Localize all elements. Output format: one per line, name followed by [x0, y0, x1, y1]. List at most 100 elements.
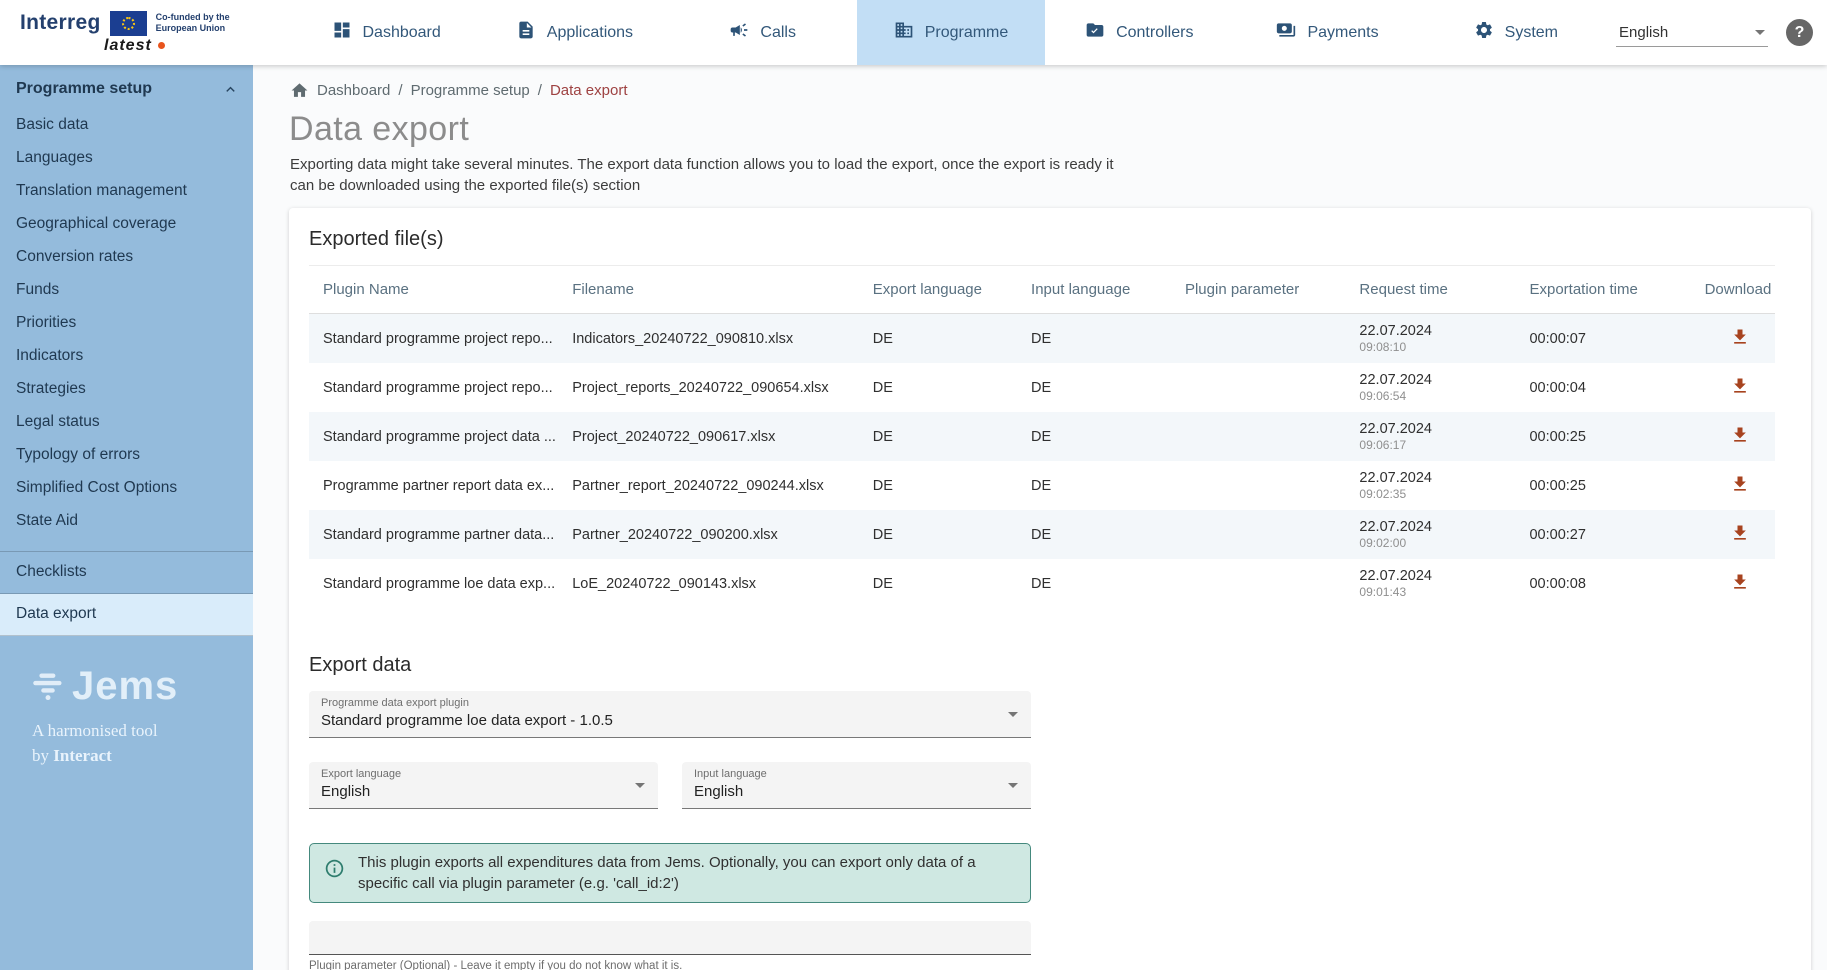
download-button[interactable] [1725, 520, 1755, 549]
sidebar-item-conversion-rates[interactable]: Conversion rates [0, 241, 253, 274]
download-icon [1730, 572, 1750, 592]
language-select[interactable]: English [1616, 19, 1768, 47]
calls-icon [729, 20, 749, 45]
cell-export-time: 00:00:08 [1515, 559, 1704, 608]
jems-icon [32, 671, 64, 703]
request-time: 09:08:10 [1359, 340, 1501, 354]
sidebar-item-translation-management[interactable]: Translation management [0, 175, 253, 208]
export-language-value: English [321, 783, 646, 800]
request-time: 09:02:35 [1359, 487, 1501, 501]
download-button[interactable] [1725, 422, 1755, 451]
request-date: 22.07.2024 [1359, 323, 1501, 339]
download-button[interactable] [1725, 324, 1755, 353]
plugin-parameter-input[interactable] [309, 921, 1031, 954]
plugin-select-label: Programme data export plugin [321, 697, 1019, 709]
nav-item-applications[interactable]: Applications [480, 0, 668, 65]
cell-download [1705, 314, 1775, 364]
col-exportation-time: Exportation time [1515, 266, 1704, 314]
jems-tagline-brand: Interact [53, 746, 112, 765]
cell-export-lang: DE [859, 412, 1017, 461]
download-button[interactable] [1725, 569, 1755, 598]
cell-input-lang: DE [1017, 363, 1171, 412]
sidebar-item-funds[interactable]: Funds [0, 274, 253, 307]
download-button[interactable] [1725, 471, 1755, 500]
cell-download [1705, 412, 1775, 461]
nav-item-system[interactable]: System [1422, 0, 1610, 65]
nav-label: Payments [1307, 24, 1378, 42]
sidebar-item-data-export[interactable]: Data export [0, 594, 253, 636]
cell-input-lang: DE [1017, 314, 1171, 364]
sidebar-item-typology-of-errors[interactable]: Typology of errors [0, 439, 253, 472]
page-title: Data export [289, 110, 1827, 149]
input-language-select[interactable]: Input language English [682, 762, 1031, 809]
jems-tagline: A harmonised tool by Interact [32, 719, 253, 768]
jems-logo: Jems A harmonised tool by Interact [0, 664, 253, 768]
plugin-parameter-hint: Plugin parameter (Optional) - Leave it e… [309, 960, 1775, 970]
dashboard-icon [332, 20, 352, 45]
cell-plugin-parameter [1171, 559, 1345, 608]
main-content: Dashboard / Programme setup / Data expor… [253, 65, 1827, 970]
sidebar-secondary-group: Checklists Data export [0, 551, 253, 636]
sidebar-item-checklists[interactable]: Checklists [0, 552, 253, 594]
cell-export-lang: DE [859, 363, 1017, 412]
table-row: Programme partner report data ex... Part… [309, 461, 1775, 510]
col-request-time: Request time [1345, 266, 1515, 314]
input-language-label: Input language [694, 768, 1019, 780]
breadcrumb-dashboard[interactable]: Dashboard [317, 82, 390, 99]
sidebar: Programme setup Basic data Languages Tra… [0, 65, 253, 970]
chevron-up-icon[interactable] [222, 81, 239, 98]
payments-icon [1276, 20, 1296, 45]
page-description: Exporting data might take several minute… [290, 155, 1130, 196]
cell-download [1705, 559, 1775, 608]
sidebar-item-geographical-coverage[interactable]: Geographical coverage [0, 208, 253, 241]
nav-item-payments[interactable]: Payments [1233, 0, 1421, 65]
nav-item-dashboard[interactable]: Dashboard [292, 0, 480, 65]
nav-label: Controllers [1116, 24, 1193, 42]
sidebar-item-strategies[interactable]: Strategies [0, 373, 253, 406]
sidebar-item-state-aid[interactable]: State Aid [0, 505, 253, 538]
sidebar-item-basic-data[interactable]: Basic data [0, 109, 253, 142]
jems-name: Jems [72, 664, 178, 709]
sidebar-item-legal-status[interactable]: Legal status [0, 406, 253, 439]
jems-tagline-line1: A harmonised tool [32, 721, 158, 740]
nav-item-programme[interactable]: Programme [857, 0, 1045, 65]
nav-item-controllers[interactable]: Controllers [1045, 0, 1233, 65]
plugin-select[interactable]: Programme data export plugin Standard pr… [309, 691, 1031, 738]
export-language-select[interactable]: Export language English [309, 762, 658, 809]
table-row: Standard programme project repo... Indic… [309, 314, 1775, 364]
chevron-down-icon [635, 783, 645, 788]
plugin-parameter-field [309, 921, 1031, 955]
help-icon[interactable]: ? [1786, 19, 1813, 46]
table-row: Standard programme project data ... Proj… [309, 412, 1775, 461]
sidebar-item-languages[interactable]: Languages [0, 142, 253, 175]
sidebar-item-simplified-cost-options[interactable]: Simplified Cost Options [0, 472, 253, 505]
cell-plugin-parameter [1171, 412, 1345, 461]
nav-item-calls[interactable]: Calls [669, 0, 857, 65]
version-dot [158, 42, 165, 49]
cell-plugin-parameter [1171, 314, 1345, 364]
col-input-language: Input language [1017, 266, 1171, 314]
cell-plugin: Standard programme project repo... [309, 363, 558, 412]
request-time: 09:02:00 [1359, 536, 1501, 550]
request-time: 09:01:43 [1359, 585, 1501, 599]
cell-download [1705, 363, 1775, 412]
home-icon[interactable] [290, 81, 309, 100]
cell-input-lang: DE [1017, 510, 1171, 559]
sidebar-item-priorities[interactable]: Priorities [0, 307, 253, 340]
table-row: Standard programme loe data exp... LoE_2… [309, 559, 1775, 608]
cofunded-text: Co-funded by the European Union [156, 12, 234, 34]
breadcrumb-programme-setup[interactable]: Programme setup [411, 82, 530, 99]
cell-plugin: Programme partner report data ex... [309, 461, 558, 510]
sidebar-section-title: Programme setup [16, 80, 152, 98]
export-data-title: Export data [309, 654, 1775, 677]
applications-icon [516, 20, 536, 45]
download-button[interactable] [1725, 373, 1755, 402]
programme-icon [894, 20, 914, 45]
sidebar-item-indicators[interactable]: Indicators [0, 340, 253, 373]
nav-label: Calls [760, 24, 796, 42]
cell-export-lang: DE [859, 461, 1017, 510]
cell-export-time: 00:00:25 [1515, 461, 1704, 510]
table-row: Standard programme project repo... Proje… [309, 363, 1775, 412]
cell-export-time: 00:00:07 [1515, 314, 1704, 364]
breadcrumb-separator: / [538, 82, 542, 99]
